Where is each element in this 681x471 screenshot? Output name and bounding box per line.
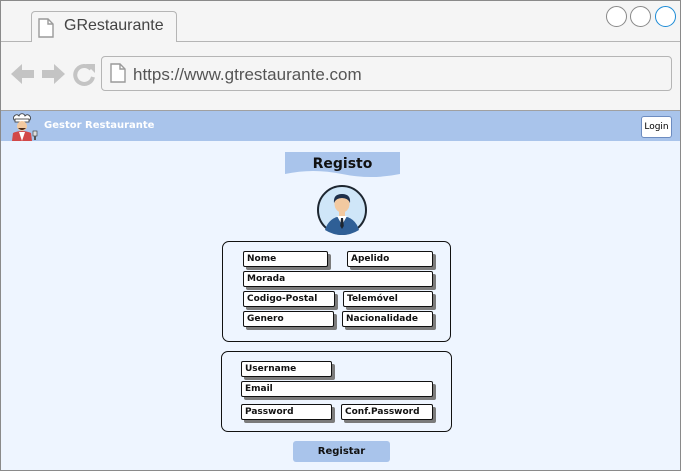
nacionalidade-field[interactable]: Nacionalidade — [342, 311, 433, 327]
forward-arrow-icon[interactable] — [41, 63, 65, 90]
chef-icon — [9, 113, 39, 146]
app-page: Gestor Restaurante Login Registo Nome Ap… — [1, 111, 680, 470]
email-field[interactable]: Email — [241, 381, 433, 397]
page-icon — [38, 18, 54, 43]
apelido-field[interactable]: Apelido — [347, 251, 433, 267]
back-arrow-icon[interactable] — [11, 63, 35, 90]
browser-tab[interactable]: GRestaurante — [31, 11, 177, 42]
codigo-postal-field[interactable]: Codigo-Postal — [243, 291, 335, 307]
tab-title: GRestaurante — [64, 17, 164, 34]
app-header: Gestor Restaurante Login — [1, 111, 680, 141]
page-title-text: Registo — [312, 156, 373, 172]
morada-field[interactable]: Morada — [243, 271, 433, 287]
genero-field[interactable]: Genero — [243, 311, 334, 327]
page-icon — [110, 63, 126, 88]
url-text: https://www.gtrestaurante.com — [133, 65, 362, 84]
password-field[interactable]: Password — [241, 404, 332, 420]
nome-field[interactable]: Nome — [243, 251, 328, 267]
maximize-button[interactable] — [630, 6, 651, 27]
page-title: Registo — [285, 152, 400, 180]
address-bar[interactable]: https://www.gtrestaurante.com — [101, 56, 672, 91]
app-title: Gestor Restaurante — [44, 120, 155, 131]
personal-info-group: Nome Apelido Morada Codigo-Postal Telemó… — [222, 241, 451, 342]
login-button[interactable]: Login — [641, 116, 672, 138]
register-button[interactable]: Registar — [293, 441, 390, 462]
account-info-group: Username Email Password Conf.Password — [221, 351, 452, 432]
telemovel-field[interactable]: Telemóvel — [343, 291, 433, 307]
user-avatar-icon — [317, 185, 367, 235]
minimize-button[interactable] — [606, 6, 627, 27]
reload-icon[interactable] — [72, 63, 96, 92]
browser-window: GRestaurante https://www.gtrestaurante.c… — [0, 0, 681, 471]
username-field[interactable]: Username — [241, 361, 332, 377]
confirm-password-field[interactable]: Conf.Password — [341, 404, 433, 420]
close-button[interactable] — [655, 6, 676, 27]
